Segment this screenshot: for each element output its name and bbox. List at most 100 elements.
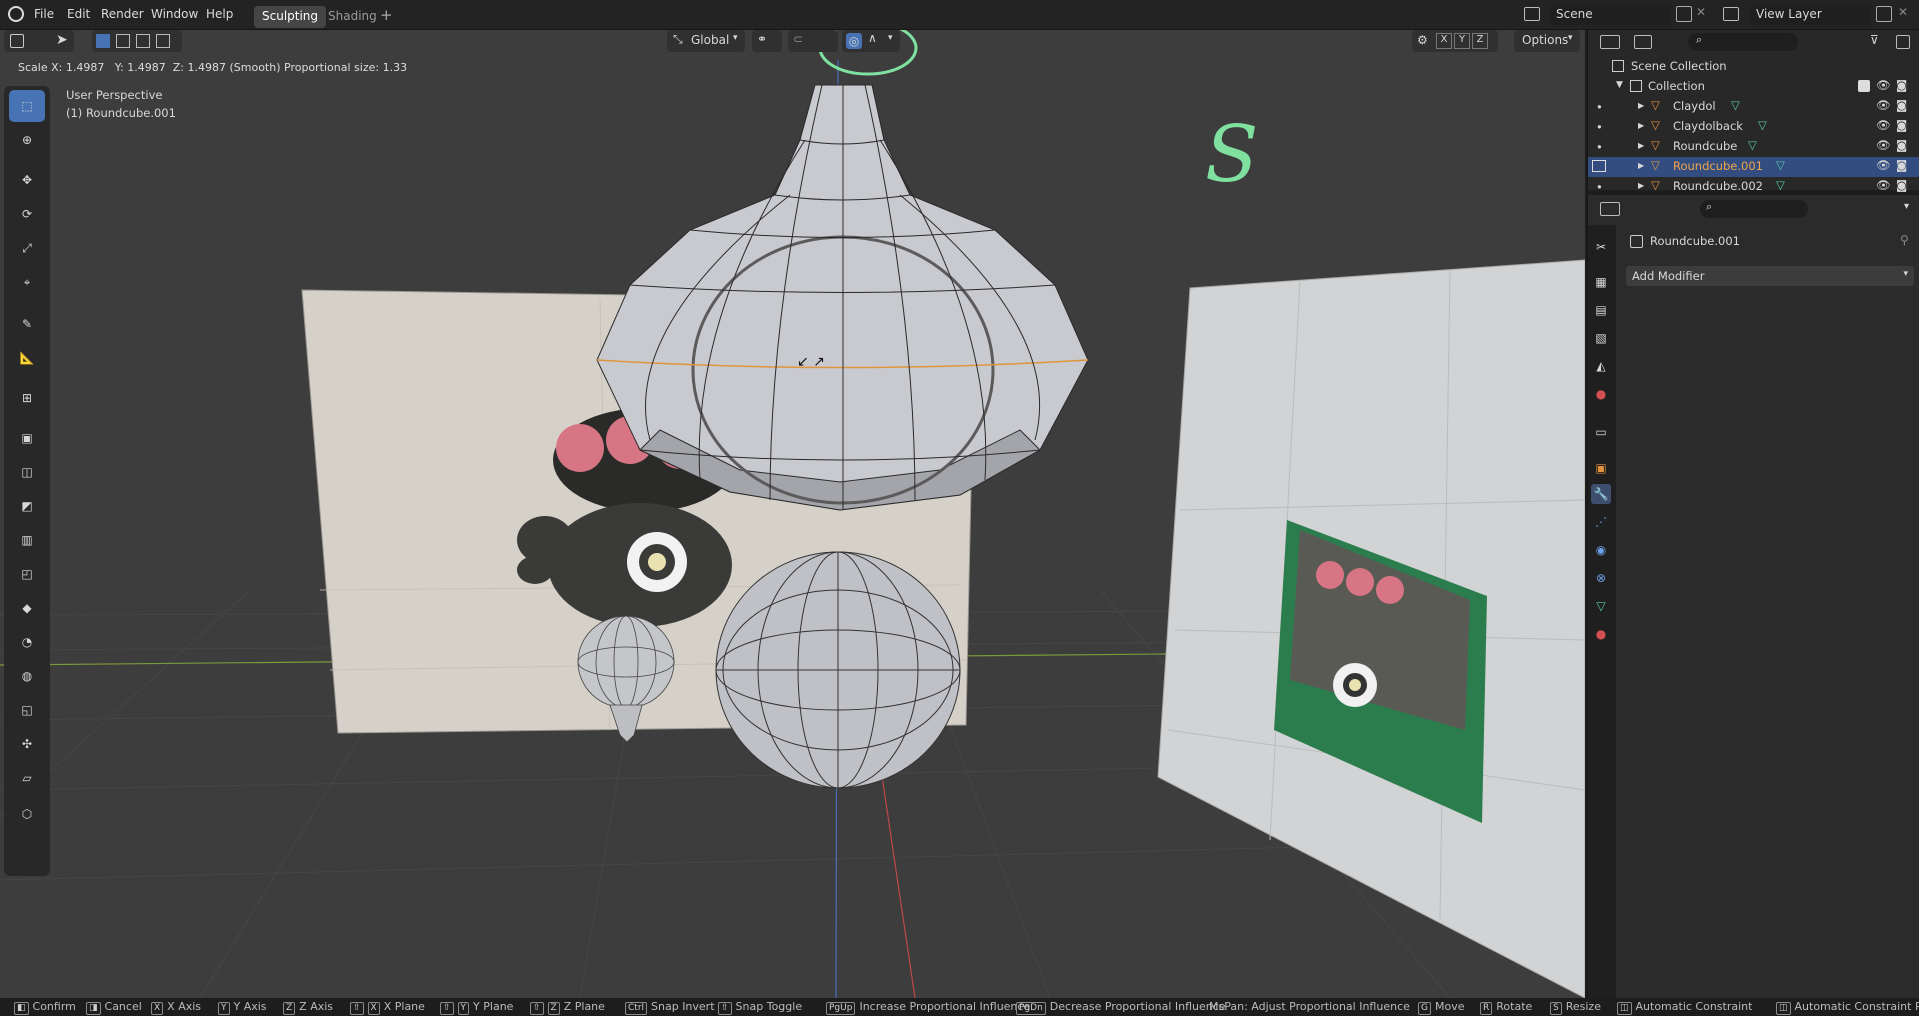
menu-window[interactable]: Window [151,7,198,21]
3d-viewport[interactable]: ↙ ↗ ➤ ⤡ Global ▾ ⚭ ⊂ ◎ ∧ ▾ ⚙ X Y Z Optio… [0,30,1585,998]
physics-tab[interactable]: ◉ [1591,540,1611,560]
smooth-tool[interactable]: ◍ [9,660,45,692]
view-layer-icon[interactable] [1723,7,1739,21]
poly-build-tool[interactable]: ◆ [9,592,45,624]
bevel-tool[interactable]: ◩ [9,490,45,522]
blender-logo-icon[interactable] [8,6,24,22]
options-dropdown[interactable]: Options ▾ [1514,30,1580,52]
expand-arrow-icon[interactable]: ▶ [1638,181,1644,190]
eye-icon[interactable]: 👁 [1876,118,1891,132]
rip-tool[interactable]: ⬡ [9,798,45,830]
tab-shading[interactable]: Shading [320,6,385,28]
axis-x-toggle[interactable]: X [1436,33,1452,49]
pin-icon[interactable]: ⚲ [1900,233,1909,247]
menu-help[interactable]: Help [206,7,233,21]
annotate-tool[interactable]: ✎ [9,308,45,340]
add-cube-tool[interactable]: ⊞ [9,382,45,414]
world-tab[interactable]: ● [1591,384,1611,404]
proportional-editing-icon[interactable]: ◎ [846,33,862,49]
move-tool[interactable]: ✥ [9,164,45,196]
filter-icon[interactable]: ⊽ [1870,33,1879,47]
outliner-item-claydolback[interactable]: • ▶ ▽ Claydolback ▽ 👁 ◙ [1588,117,1919,137]
eye-icon[interactable]: 👁 [1876,138,1891,152]
view-layer-field[interactable]: View Layer [1750,5,1870,25]
axis-z-toggle[interactable]: Z [1472,33,1488,49]
inset-tool[interactable]: ◫ [9,456,45,488]
material-tab[interactable]: ● [1591,624,1611,644]
tab-sculpting[interactable]: Sculpting [254,6,327,28]
axis-y-toggle[interactable]: Y [1454,33,1470,49]
scene-tab[interactable]: ◭ [1591,356,1611,376]
select-box-tool[interactable]: ⬚ [9,90,45,122]
copy-scene-icon[interactable] [1676,6,1692,22]
expand-arrow-icon[interactable]: ▶ [1638,161,1644,170]
select-new-icon[interactable] [96,34,110,48]
editor-type-selector[interactable] [4,30,54,52]
expand-arrow-icon[interactable]: ▶ [1638,141,1644,150]
constraints-tab[interactable]: ⊗ [1591,568,1611,588]
outliner-item-roundcube-002[interactable]: • ▶ ▽ Roundcube.002 ▽ 👁 ◙ [1588,177,1919,197]
scene-field[interactable]: Scene [1550,5,1670,25]
cursor-tool[interactable]: ⊕ [9,124,45,156]
camera-icon[interactable]: ◙ [1896,118,1907,132]
eye-icon[interactable]: 👁 [1876,158,1891,172]
select-extend-icon[interactable] [116,34,130,48]
loop-cut-tool[interactable]: ▥ [9,524,45,556]
expand-arrow-icon[interactable]: ▼ [1616,80,1623,90]
falloff-curve-icon[interactable]: ∧ [868,31,877,45]
scale-tool[interactable]: ⤢ [9,232,45,264]
snap-group[interactable]: ⊂ [788,30,838,52]
chevron-down-icon[interactable]: ▾ [1904,201,1909,212]
selection-mode-group[interactable] [92,30,182,52]
expand-arrow-icon[interactable]: ▶ [1638,121,1644,130]
eye-icon[interactable]: 👁 [1876,178,1891,192]
collection-tab[interactable]: ▭ [1591,422,1611,442]
select-intersect-icon[interactable] [156,34,170,48]
menu-file[interactable]: File [34,7,54,21]
spin-tool[interactable]: ◔ [9,626,45,658]
camera-icon[interactable]: ◙ [1896,178,1907,192]
new-collection-icon[interactable] [1896,35,1910,49]
data-tab[interactable]: ▽ [1591,596,1611,616]
mirror-icon[interactable]: ⚙ [1417,33,1428,47]
pivot-point-dropdown[interactable]: ⚭ [752,30,782,52]
expand-arrow-icon[interactable]: ▶ [1638,101,1644,110]
properties-search-input[interactable]: ⌕ [1700,200,1808,218]
add-modifier-dropdown[interactable]: Add Modifier ▾ [1626,266,1914,286]
transform-tool[interactable]: ⌖ [9,266,45,298]
eye-icon[interactable]: 👁 [1876,78,1891,92]
menu-edit[interactable]: Edit [67,7,90,21]
menu-render[interactable]: Render [101,7,144,21]
transform-orientation-dropdown[interactable]: ⤡ Global ▾ [667,30,745,52]
modifier-tab[interactable]: 🔧 [1591,484,1611,504]
camera-icon[interactable]: ◙ [1896,138,1907,152]
camera-icon[interactable]: ◙ [1896,158,1907,172]
shrink-fatten-tool[interactable]: ✣ [9,728,45,760]
view-layer-tab[interactable]: ▧ [1591,328,1611,348]
shear-tool[interactable]: ▱ [9,762,45,794]
scene-selector-icon[interactable] [1524,7,1540,21]
camera-icon[interactable]: ◙ [1896,78,1907,92]
remove-scene-icon[interactable]: ✕ [1696,5,1706,19]
knife-tool[interactable]: ◰ [9,558,45,590]
particles-tab[interactable]: ⋰ [1591,512,1611,532]
outliner-item-claydol[interactable]: • ▶ ▽ Claydol ▽ 👁 ◙ [1588,97,1919,117]
outliner-item-roundcube[interactable]: • ▶ ▽ Roundcube ▽ 👁 ◙ [1588,137,1919,157]
proportional-editing-group[interactable]: ◎ ∧ ▾ [842,30,900,52]
rotate-tool[interactable]: ⟳ [9,198,45,230]
measure-tool[interactable]: 📐 [9,342,45,374]
edge-slide-tool[interactable]: ◱ [9,694,45,726]
add-workspace-icon[interactable]: + [380,6,393,24]
select-tool-mode[interactable]: ➤ [50,30,74,52]
object-tab[interactable]: ▣ [1591,458,1611,478]
properties-editor-icon[interactable] [1600,202,1620,216]
collection-checkbox[interactable] [1858,80,1870,92]
gizmo-axis-group[interactable]: ⚙ X Y Z [1412,30,1498,52]
camera-icon[interactable]: ◙ [1896,98,1907,112]
copy-view-layer-icon[interactable] [1876,6,1892,22]
eye-icon[interactable]: 👁 [1876,98,1891,112]
outliner-item-roundcube-001[interactable]: ▶ ▽ Roundcube.001 ▽ 👁 ◙ [1588,157,1919,177]
remove-view-layer-icon[interactable]: ✕ [1898,5,1908,19]
tool-tab[interactable]: ✂ [1591,237,1611,257]
outliner-collection[interactable]: ▼ Collection 👁 ◙ [1588,77,1919,97]
